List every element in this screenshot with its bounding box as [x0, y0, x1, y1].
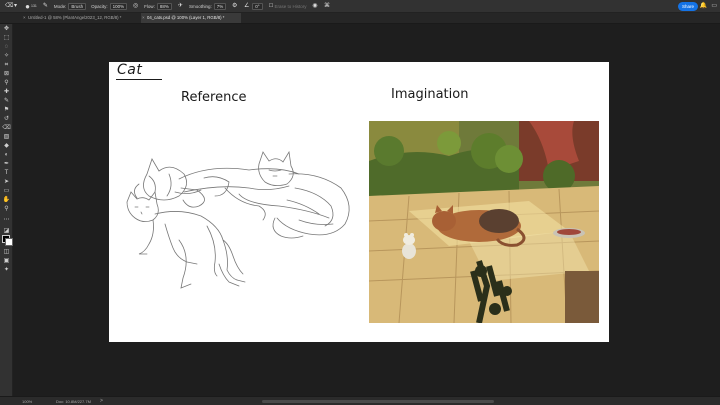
- smoothing-field[interactable]: 7%: [213, 2, 227, 10]
- doc-title: Cat: [117, 62, 143, 78]
- symmetry-icon[interactable]: ⌘: [324, 3, 331, 10]
- canvas-area[interactable]: Cat Reference Imagination: [13, 24, 720, 396]
- cat-imagination-painting: [369, 121, 599, 323]
- gradient-tool-icon[interactable]: ▧: [2, 133, 11, 141]
- angle-icon: ∠: [244, 2, 250, 9]
- flow-label: Flow:: [144, 3, 155, 9]
- imagination-label: Imagination: [391, 87, 469, 102]
- generative-fill-icon[interactable]: ✦: [2, 266, 11, 274]
- chevron-down-icon[interactable]: ▾: [12, 3, 19, 10]
- path-selection-tool-icon[interactable]: ➤: [2, 178, 11, 186]
- angle-field[interactable]: 0°: [252, 2, 263, 10]
- hand-tool-icon[interactable]: ✋: [2, 196, 11, 204]
- clone-stamp-tool-icon[interactable]: ⚑: [2, 106, 11, 114]
- brush-tip-icon: ●: [25, 1, 30, 11]
- options-bar: ⌫ ▾ ● 131 ✎ Mode: Brush Opacity: 100% ◎ F…: [0, 0, 720, 13]
- history-brush-tool-icon[interactable]: ↺: [2, 115, 11, 123]
- frame-tool-icon[interactable]: ⊠: [2, 70, 11, 78]
- shape-tool-icon[interactable]: ▭: [2, 187, 11, 195]
- erase-to-history-label: Erase to History: [274, 3, 307, 9]
- close-icon[interactable]: ×: [23, 13, 26, 23]
- title-underline: [116, 79, 162, 80]
- crop-tool-icon[interactable]: ⌗: [2, 61, 11, 69]
- cat-reference-sketch: [126, 150, 350, 289]
- opacity-field[interactable]: 100%: [109, 2, 128, 10]
- smoothing-control: Smoothing: 7%: [188, 2, 227, 10]
- default-colors-icon[interactable]: ◪: [2, 227, 11, 235]
- pen-tool-icon[interactable]: ✒: [2, 160, 11, 168]
- opacity-label: Opacity:: [91, 3, 108, 9]
- brush-preset-picker[interactable]: ● 131: [24, 1, 37, 11]
- lasso-tool-icon[interactable]: ◌: [2, 43, 11, 51]
- share-button[interactable]: Share: [678, 2, 698, 11]
- workspace-icon[interactable]: ▭: [711, 2, 717, 9]
- screen-mode-icon[interactable]: ▣: [2, 257, 11, 265]
- blur-tool-icon[interactable]: ◆: [2, 142, 11, 150]
- tab-label: Untitled-1 @ 58% (PlantAngel2023_12, RGB…: [28, 15, 122, 20]
- brush-tool-icon[interactable]: ✎: [2, 97, 11, 105]
- marquee-tool-icon[interactable]: ⬚: [2, 34, 11, 42]
- mode-dropdown[interactable]: Brush: [68, 2, 87, 10]
- close-icon[interactable]: ×: [142, 13, 145, 23]
- opacity-control: Opacity: 100%: [91, 2, 128, 10]
- gear-icon[interactable]: ⚙: [231, 3, 238, 10]
- pressure-opacity-icon[interactable]: ◎: [132, 3, 139, 10]
- flow-control: Flow: 88%: [144, 2, 172, 10]
- type-tool-icon[interactable]: T: [2, 169, 11, 177]
- checkbox-icon[interactable]: ☐: [268, 3, 275, 10]
- smoothing-label: Smoothing:: [188, 3, 212, 9]
- quick-mask-icon[interactable]: ◫: [2, 248, 11, 256]
- healing-brush-tool-icon[interactable]: ✚: [2, 88, 11, 96]
- mode-label: Mode:: [53, 3, 67, 9]
- tools-panel: ✥ ⬚ ◌ ✧ ⌗ ⊠ ⚲ ✚ ✎ ⚑ ↺ ⌫ ▧ ◆ ◐ ✒ T ➤ ▭ ✋ …: [0, 24, 13, 396]
- bell-icon[interactable]: 🔔: [700, 2, 707, 9]
- document-canvas[interactable]: Cat Reference Imagination: [109, 62, 609, 342]
- dodge-tool-icon[interactable]: ◐: [2, 151, 11, 159]
- doc-size-info: Doc: 10.8M/227.7M: [56, 399, 91, 404]
- tab-04-cats[interactable]: × 04_cats.psd @ 100% (Layer 1, RGB/8) *: [141, 13, 241, 23]
- zoom-tool-icon[interactable]: ⚲: [2, 205, 11, 213]
- status-menu-arrow[interactable]: >: [100, 398, 103, 404]
- mode-control: Mode: Brush: [53, 2, 87, 10]
- zoom-level[interactable]: 100%: [22, 399, 32, 404]
- brush-size-value: 131: [31, 4, 37, 8]
- status-bar: 100% Doc: 10.8M/227.7M >: [0, 396, 720, 405]
- tab-label: 04_cats.psd @ 100% (Layer 1, RGB/8) *: [147, 15, 225, 20]
- eyedropper-tool-icon[interactable]: ⚲: [2, 79, 11, 87]
- pressure-size-icon[interactable]: ◉: [312, 3, 319, 10]
- reference-label: Reference: [181, 90, 247, 105]
- magic-wand-tool-icon[interactable]: ✧: [2, 52, 11, 60]
- more-tools-icon[interactable]: ⋯: [2, 216, 11, 224]
- eraser-tool-icon[interactable]: ⌫: [5, 3, 13, 10]
- brush-settings-icon[interactable]: ✎: [42, 3, 49, 10]
- horizontal-scrollbar[interactable]: [262, 400, 494, 403]
- move-tool-icon[interactable]: ✥: [2, 25, 11, 33]
- tab-untitled-1[interactable]: × Untitled-1 @ 58% (PlantAngel2023_12, R…: [22, 13, 140, 23]
- airbrush-icon[interactable]: ✈: [177, 3, 184, 10]
- document-tab-bar: × Untitled-1 @ 58% (PlantAngel2023_12, R…: [0, 13, 720, 24]
- background-color-swatch[interactable]: [5, 238, 13, 246]
- flow-field[interactable]: 88%: [156, 2, 172, 10]
- eraser-tool-icon[interactable]: ⌫: [2, 124, 11, 132]
